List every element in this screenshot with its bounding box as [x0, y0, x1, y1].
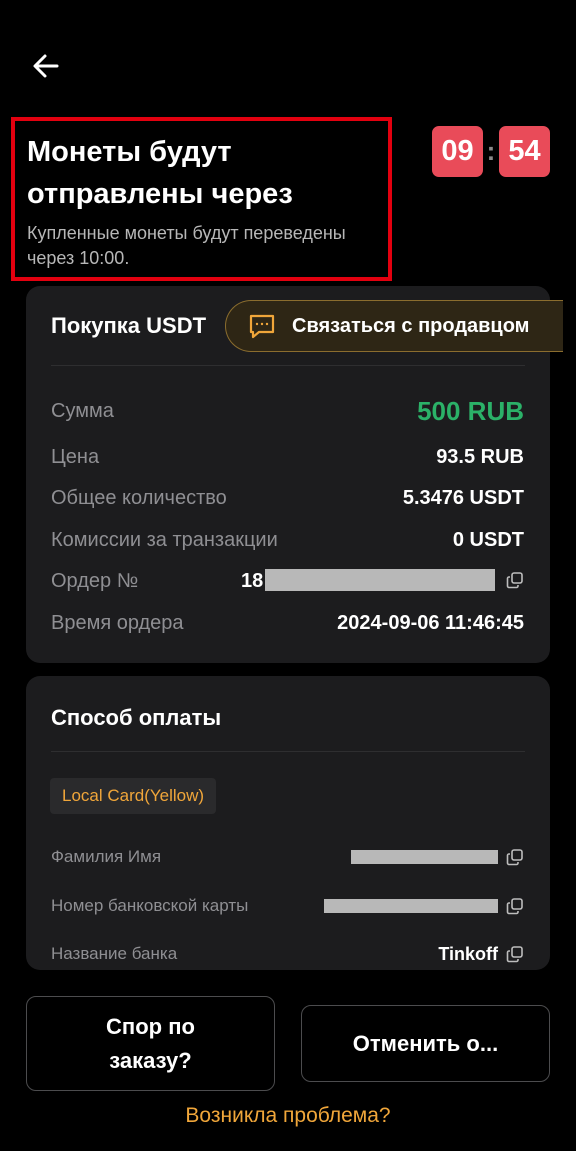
copy-bank-name-icon[interactable] [506, 945, 524, 963]
dispute-label-line2: заказу? [109, 1047, 192, 1073]
row-label: Фамилия Имя [51, 847, 162, 866]
redacted-full-name [351, 850, 498, 864]
order-card-title: Покупка USDT [51, 313, 207, 338]
full-name-value [351, 848, 524, 866]
row-amount: Сумма 500 RUB [51, 396, 524, 426]
bank-name-value: Tinkoff [438, 944, 524, 965]
redacted-card-number [324, 899, 498, 913]
header-highlight: Монеты будут отправлены через Купленные … [11, 117, 392, 281]
divider [51, 751, 525, 752]
bank-name-text: Tinkoff [438, 943, 498, 964]
fees-value: 0 USDT [452, 528, 524, 551]
countdown-timer: 09 : 54 [432, 126, 550, 177]
redacted-order-number [265, 569, 495, 591]
amount-value: 500 RUB [417, 395, 524, 426]
timer-minutes: 09 [432, 126, 483, 177]
copy-card-number-icon[interactable] [506, 897, 524, 915]
contact-seller-button[interactable]: Связаться с продавцом [225, 300, 563, 352]
row-label: Комиссии за транзакции [51, 528, 278, 551]
payment-card-title: Способ оплаты [51, 705, 222, 730]
order-number-value: 18 [241, 569, 264, 592]
row-order-time: Время ордера 2024-09-06 11:46:45 [51, 608, 524, 638]
row-label: Ордер № [51, 569, 139, 592]
copy-order-number-icon[interactable] [506, 571, 524, 594]
payment-method-card: Способ оплаты Фамилия Имя Номер банковск… [26, 676, 550, 970]
row-bank-name: Название банка Tinkoff [51, 941, 524, 967]
timer-separator: : [486, 136, 496, 166]
row-label: Общее количество [51, 486, 227, 509]
problem-link[interactable]: Возникла проблема? [0, 1104, 576, 1128]
timer-seconds: 54 [499, 126, 550, 177]
contact-seller-label: Связаться с продавцом [292, 314, 530, 337]
chat-icon [249, 314, 275, 339]
row-total-quantity: Общее количество 5.3476 USDT [51, 483, 524, 513]
row-label: Время ордера [51, 611, 184, 634]
row-label: Название банка [51, 944, 178, 963]
card-number-value [324, 897, 524, 915]
price-value: 93.5 RUB [436, 445, 524, 468]
quantity-value: 5.3476 USDT [402, 486, 524, 509]
row-label: Номер банковской карты [51, 896, 249, 915]
row-fees: Комиссии за транзакции 0 USDT [51, 525, 524, 555]
divider [51, 365, 525, 366]
row-price: Цена 93.5 RUB [51, 442, 524, 472]
copy-full-name-icon[interactable] [506, 848, 524, 866]
payment-method-badge[interactable]: Local Card(Yellow) [50, 778, 217, 814]
row-label: Цена [51, 445, 100, 468]
row-label: Сумма [51, 399, 114, 422]
page-title-line2: отправлены через [27, 178, 293, 210]
dispute-order-button[interactable]: Спор по заказу? [26, 996, 275, 1091]
page-subtitle: Купленные монеты будут переведены через … [27, 223, 346, 268]
order-time-value: 2024-09-06 11:46:45 [337, 611, 524, 634]
back-arrow-icon[interactable] [26, 46, 66, 86]
row-order-number: Ордер № 18 [51, 566, 524, 596]
row-full-name: Фамилия Имя [51, 844, 524, 870]
cancel-order-button[interactable]: Отменить о... [301, 1005, 550, 1082]
page-title-line1: Монеты будут [27, 136, 232, 168]
dispute-label-line1: Спор по [106, 1013, 195, 1039]
row-card-number: Номер банковской карты [51, 893, 524, 919]
